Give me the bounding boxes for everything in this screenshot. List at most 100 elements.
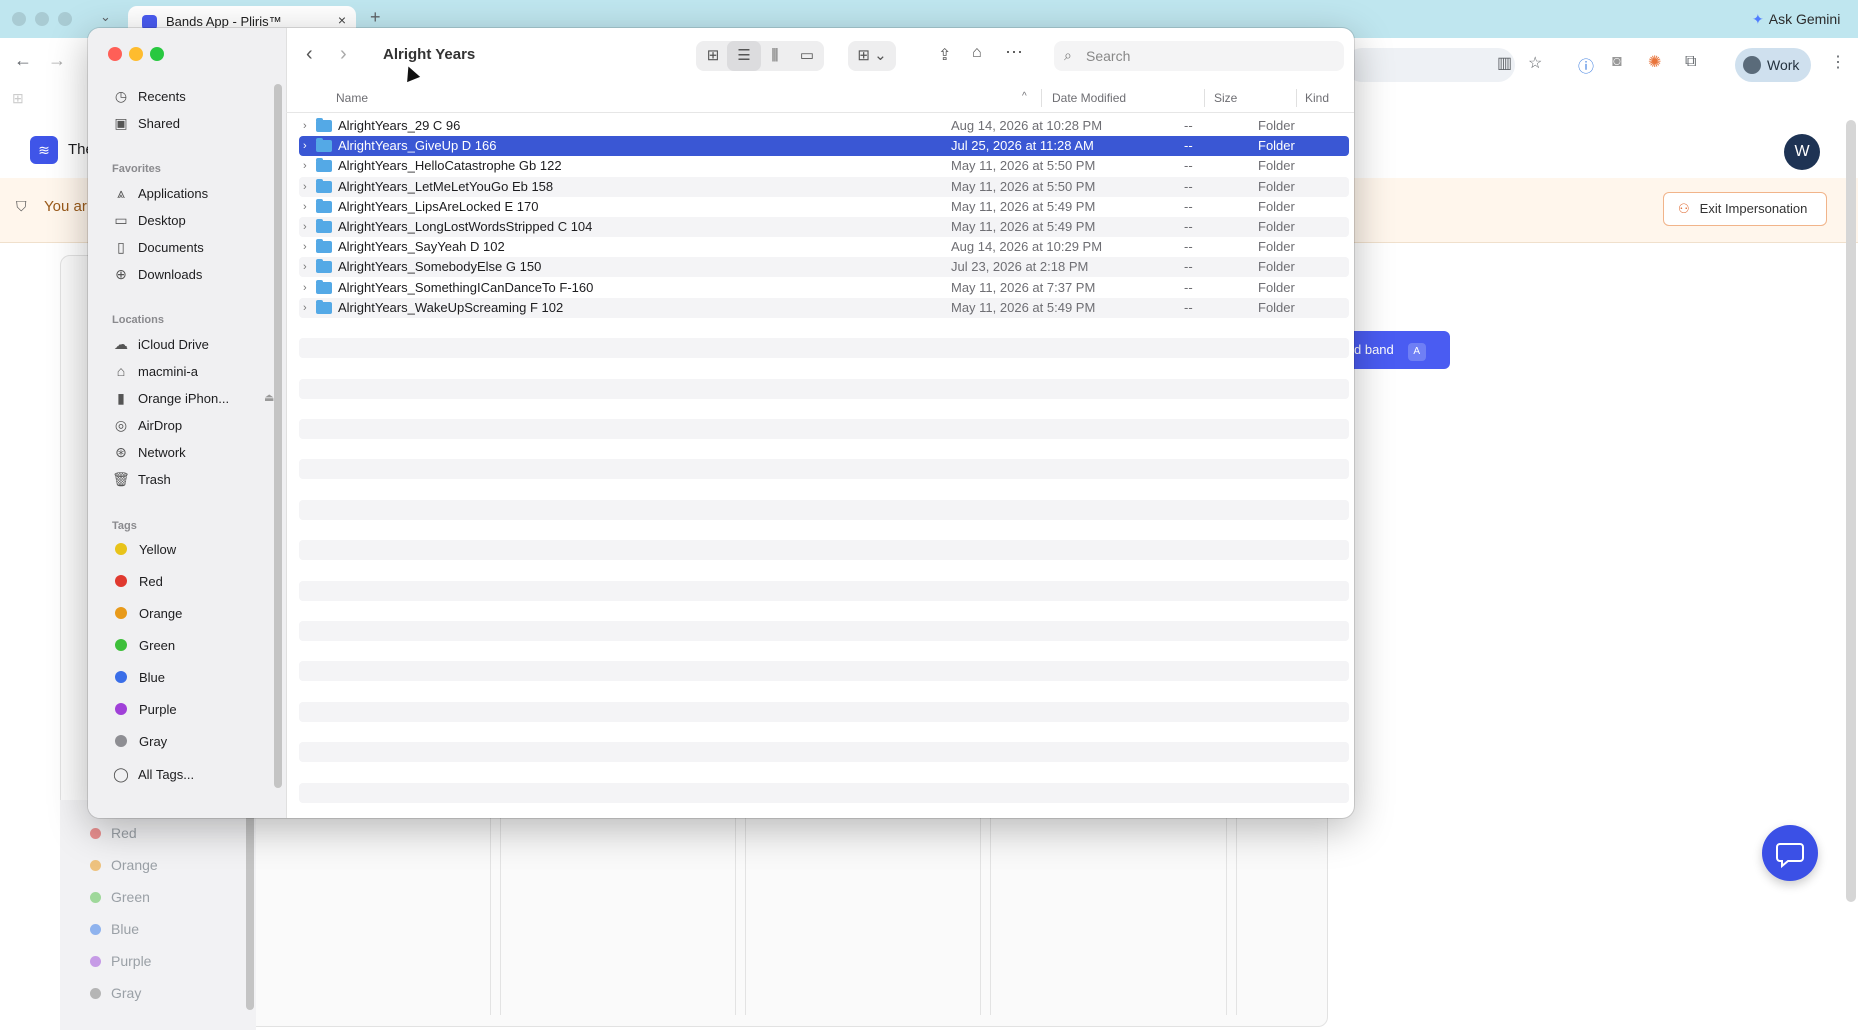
share-icon[interactable]: ⇪ [938,45,951,65]
new-tab-button[interactable]: + [370,7,381,28]
sidebar-item-iphone[interactable]: ▮ Orange iPhon... ⏏ [112,386,280,410]
disclosure-chevron-icon[interactable]: › [303,136,307,156]
browser-minimize-button[interactable] [35,12,49,26]
window-zoom-button[interactable] [150,47,164,61]
eject-icon[interactable]: ⏏ [264,386,274,410]
sidebar-tag-purple[interactable]: Purple [112,698,280,722]
file-row[interactable]: › AlrightYears_HelloCatastrophe Gb 122 May… [299,156,1349,176]
window-close-button[interactable] [108,47,122,61]
sidebar-tag-blue[interactable]: Blue [112,666,280,690]
bg-tag-blue[interactable]: Blue [90,921,139,937]
camera-extension-icon[interactable]: ◙ [1612,53,1622,71]
page-scrollbar[interactable] [1846,120,1856,902]
sidebar-item-downloads[interactable]: ⊕ Downloads [112,262,280,286]
sidebar-item-icloud-drive[interactable]: ☁ iCloud Drive [112,332,280,356]
disclosure-chevron-icon[interactable]: › [303,237,307,257]
file-row[interactable]: › AlrightYears_SomethingICanDanceTo F-160… [299,278,1349,298]
sidebar-tag-yellow[interactable]: Yellow [112,538,280,562]
disclosure-chevron-icon[interactable]: › [303,298,307,318]
file-row[interactable]: › AlrightYears_SayYeah D 102 Aug 14, 2026 … [299,237,1349,257]
sidebar-tag-green[interactable]: Green [112,634,280,658]
sidebar-scrollbar[interactable] [274,84,282,788]
sidebar-item-recents[interactable]: ◷ Recents [112,84,280,108]
column-kind-header[interactable]: Kind [1305,91,1329,105]
sidebar-item-applications[interactable]: ⩓ Applications [112,181,280,205]
reading-mode-icon[interactable]: ▥ [1497,53,1512,73]
apps-grid-icon[interactable]: ⊞ [12,90,24,107]
column-divider[interactable] [1041,89,1042,107]
column-size-header[interactable]: Size [1214,91,1237,105]
sidebar-item-documents[interactable]: ▯ Documents [112,235,280,259]
file-row[interactable]: › AlrightYears_29 C 96 Aug 14, 2026 at 10:… [299,116,1349,136]
group-by-menu[interactable]: ⊞ ⌄ [848,41,896,71]
sidebar-item-trash[interactable]: 🗑 Trash [112,467,280,491]
bg-tag-gray[interactable]: Gray [90,985,141,1001]
user-avatar[interactable]: W [1784,134,1820,170]
browser-close-button[interactable] [12,12,26,26]
disclosure-chevron-icon[interactable]: › [303,177,307,197]
sidebar-item-airdrop[interactable]: ◎ AirDrop [112,413,280,437]
gallery-view-icon[interactable]: ▭ [790,41,824,71]
bg-sidebar-scrollbar[interactable] [246,800,254,1010]
sort-ascending-chevron-icon[interactable]: ^ [1022,91,1027,102]
browser-zoom-button[interactable] [58,12,72,26]
sidebar-item-desktop[interactable]: ▭ Desktop [112,208,280,232]
extensions-puzzle-icon[interactable]: ⧉ [1685,53,1696,71]
forward-arrow-icon[interactable]: → [48,50,66,71]
file-row[interactable]: › AlrightYears_WakeUpScreaming F 102 May 1… [299,297,1349,318]
chat-button[interactable] [1762,825,1818,881]
sidebar-item-shared[interactable]: ▣ Shared [112,111,280,135]
disclosure-chevron-icon[interactable]: › [303,197,307,217]
add-band-label: d band [1354,342,1394,357]
bg-tag-red[interactable]: Red [90,825,137,841]
tab-close-icon[interactable]: × [338,12,346,28]
sidebar-tag-gray[interactable]: Gray [112,730,280,754]
bg-tag-orange[interactable]: Orange [90,857,158,873]
disclosure-chevron-icon[interactable]: › [303,278,307,298]
bg-tag-purple[interactable]: Purple [90,953,151,969]
browser-menu-icon[interactable]: ⋮ [1830,52,1846,72]
disclosure-chevron-icon[interactable]: › [303,156,307,176]
column-divider[interactable] [1296,89,1297,107]
column-view-icon[interactable]: ⫼ [758,41,792,71]
password-manager-icon[interactable]: ⓘ [1578,53,1594,77]
sidebar-tag-orange[interactable]: Orange [112,602,280,626]
add-band-button[interactable]: d band A [1338,331,1450,369]
sidebar-item-network[interactable]: ⊛ Network [112,440,280,464]
sidebar-item-label: iCloud Drive [138,337,209,352]
bg-tag-green[interactable]: Green [90,889,150,905]
file-row[interactable]: › AlrightYears_GiveUp D 166 Jul 25, 2026 a… [299,136,1349,157]
exit-impersonation-button[interactable]: ⚇ Exit Impersonation [1663,192,1827,226]
more-actions-icon[interactable]: ⋯ [1005,42,1023,63]
ask-gemini-button[interactable]: ✦ Ask Gemini [1752,11,1840,28]
sidebar-all-tags[interactable]: ◯ All Tags... [112,762,280,786]
tag-icon[interactable]: ⌂ [972,44,982,62]
file-row[interactable]: › AlrightYears_LipsAreLocked E 170 May 11,… [299,197,1349,217]
forward-chevron-icon[interactable]: › [340,43,347,66]
sidebar-item-macmini[interactable]: ⌂ macmini-a [112,359,280,383]
tab-list-chevron-icon[interactable]: ⌄ [100,9,111,25]
icon-view-grid-icon[interactable]: ⊞ [696,41,730,71]
airdrop-icon: ◎ [114,417,128,433]
sidebar-tag-red[interactable]: Red [112,570,280,594]
file-row[interactable]: › AlrightYears_LongLostWordsStripped C 10… [299,217,1349,237]
file-row[interactable]: › AlrightYears_SomebodyElse G 150 Jul 23, … [299,257,1349,278]
list-view-icon[interactable]: ☰ [727,41,761,71]
sparkle-extension-icon[interactable]: ✺ [1648,52,1661,72]
search-input[interactable]: ⌕ Search [1054,41,1344,71]
disclosure-chevron-icon[interactable]: › [303,116,307,136]
disclosure-chevron-icon[interactable]: › [303,217,307,237]
column-name-header[interactable]: Name [336,91,368,105]
column-date-header[interactable]: Date Modified [1052,91,1126,105]
window-minimize-button[interactable] [129,47,143,61]
bookmark-star-icon[interactable]: ☆ [1528,53,1542,73]
back-chevron-icon[interactable]: ‹ [306,43,313,66]
profile-chip[interactable]: Work [1735,48,1811,82]
file-row[interactable]: › AlrightYears_LetMeLetYouGo Eb 158 May 11… [299,176,1349,197]
disclosure-chevron-icon[interactable]: › [303,257,307,277]
column-divider[interactable] [1204,89,1205,107]
file-name: AlrightYears_29 C 96 [338,118,461,133]
sidebar-item-label: Documents [138,240,204,255]
address-bar[interactable] [1345,48,1515,82]
back-arrow-icon[interactable]: ← [14,50,32,71]
